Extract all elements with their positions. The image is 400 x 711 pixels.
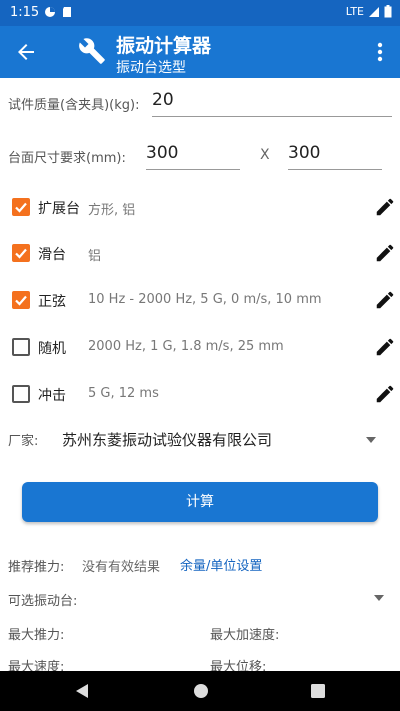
edit-pencil-icon[interactable] [374, 336, 396, 358]
vendor-select[interactable]: 苏州东菱振动试验仪器有限公司 [62, 429, 272, 450]
table-width-input[interactable] [146, 143, 240, 163]
option-row-slide[interactable]: 滑台 铝 [0, 233, 400, 273]
network-type: LTE [345, 5, 364, 18]
option-row-random[interactable]: 随机 2000 Hz, 1 G, 1.8 m/s, 25 mm [0, 327, 400, 367]
table-length-field[interactable] [288, 143, 382, 170]
mass-field[interactable] [152, 90, 392, 117]
tables-label: 可选振动台: [8, 594, 78, 609]
nav-home-icon[interactable] [193, 683, 209, 699]
vendor-label: 厂家: [8, 434, 39, 449]
thrust-value: 没有有效结果 [82, 560, 161, 575]
settings-link[interactable]: 余量/单位设置 [180, 555, 262, 574]
option-name: 正弦 [38, 294, 66, 310]
edit-pencil-icon[interactable] [374, 289, 396, 311]
option-name: 冲击 [38, 388, 66, 404]
slide-checkbox[interactable] [12, 244, 30, 262]
max-thrust-label: 最大推力: [8, 628, 65, 643]
status-time: 1:15 [10, 5, 40, 20]
shock-checkbox[interactable] [12, 385, 30, 403]
table-length-input[interactable] [288, 143, 382, 163]
calculate-button[interactable]: 计算 [22, 482, 378, 522]
check-icon [15, 248, 27, 259]
mass-input[interactable] [152, 90, 392, 110]
sd-card-icon [63, 7, 71, 17]
option-desc: 铝 [88, 249, 102, 264]
notification-icon [45, 7, 55, 17]
check-icon [15, 202, 27, 213]
option-desc: 2000 Hz, 1 G, 1.8 m/s, 25 mm [88, 339, 284, 354]
status-bar: 1:15 LTE [0, 0, 400, 26]
navigation-bar [0, 671, 400, 711]
option-desc: 5 G, 12 ms [88, 386, 159, 401]
dropdown-arrow-icon[interactable] [366, 437, 376, 443]
sine-checkbox[interactable] [12, 291, 30, 309]
option-desc: 方形, 铝 [88, 203, 136, 218]
expander-checkbox[interactable] [12, 198, 30, 216]
option-row-expander[interactable]: 扩展台 方形, 铝 [0, 187, 400, 227]
edit-pencil-icon[interactable] [374, 242, 396, 264]
size-separator: X [260, 147, 270, 163]
max-accel-label: 最大加速度: [210, 628, 280, 643]
table-width-field[interactable] [146, 143, 240, 170]
signal-icon [369, 6, 379, 17]
random-checkbox[interactable] [12, 338, 30, 356]
option-row-sine[interactable]: 正弦 10 Hz - 2000 Hz, 5 G, 0 m/s, 10 mm [0, 280, 400, 320]
option-name: 随机 [38, 341, 66, 357]
nav-back-icon[interactable] [74, 683, 90, 699]
option-name: 滑台 [38, 247, 66, 263]
app-title: 振动计算器 [116, 35, 212, 57]
table-size-label: 台面尺寸要求(mm): [8, 151, 126, 166]
edit-pencil-icon[interactable] [374, 383, 396, 405]
thrust-label: 推荐推力: [8, 560, 65, 575]
mass-label: 试件质量(含夹具)(kg): [8, 98, 140, 113]
back-arrow-icon[interactable] [14, 40, 38, 64]
option-name: 扩展台 [38, 201, 80, 217]
edit-pencil-icon[interactable] [374, 196, 396, 218]
wrench-icon [79, 38, 105, 64]
app-bar: 振动计算器 振动台选型 [0, 26, 400, 78]
battery-icon [384, 5, 392, 18]
nav-recents-icon[interactable] [310, 683, 326, 699]
check-icon [15, 295, 27, 306]
option-desc: 10 Hz - 2000 Hz, 5 G, 0 m/s, 10 mm [88, 292, 322, 307]
app-subtitle: 振动台选型 [116, 60, 186, 76]
dropdown-arrow-icon[interactable] [374, 595, 384, 601]
option-row-shock[interactable]: 冲击 5 G, 12 ms [0, 374, 400, 414]
more-vert-icon[interactable] [370, 40, 390, 64]
